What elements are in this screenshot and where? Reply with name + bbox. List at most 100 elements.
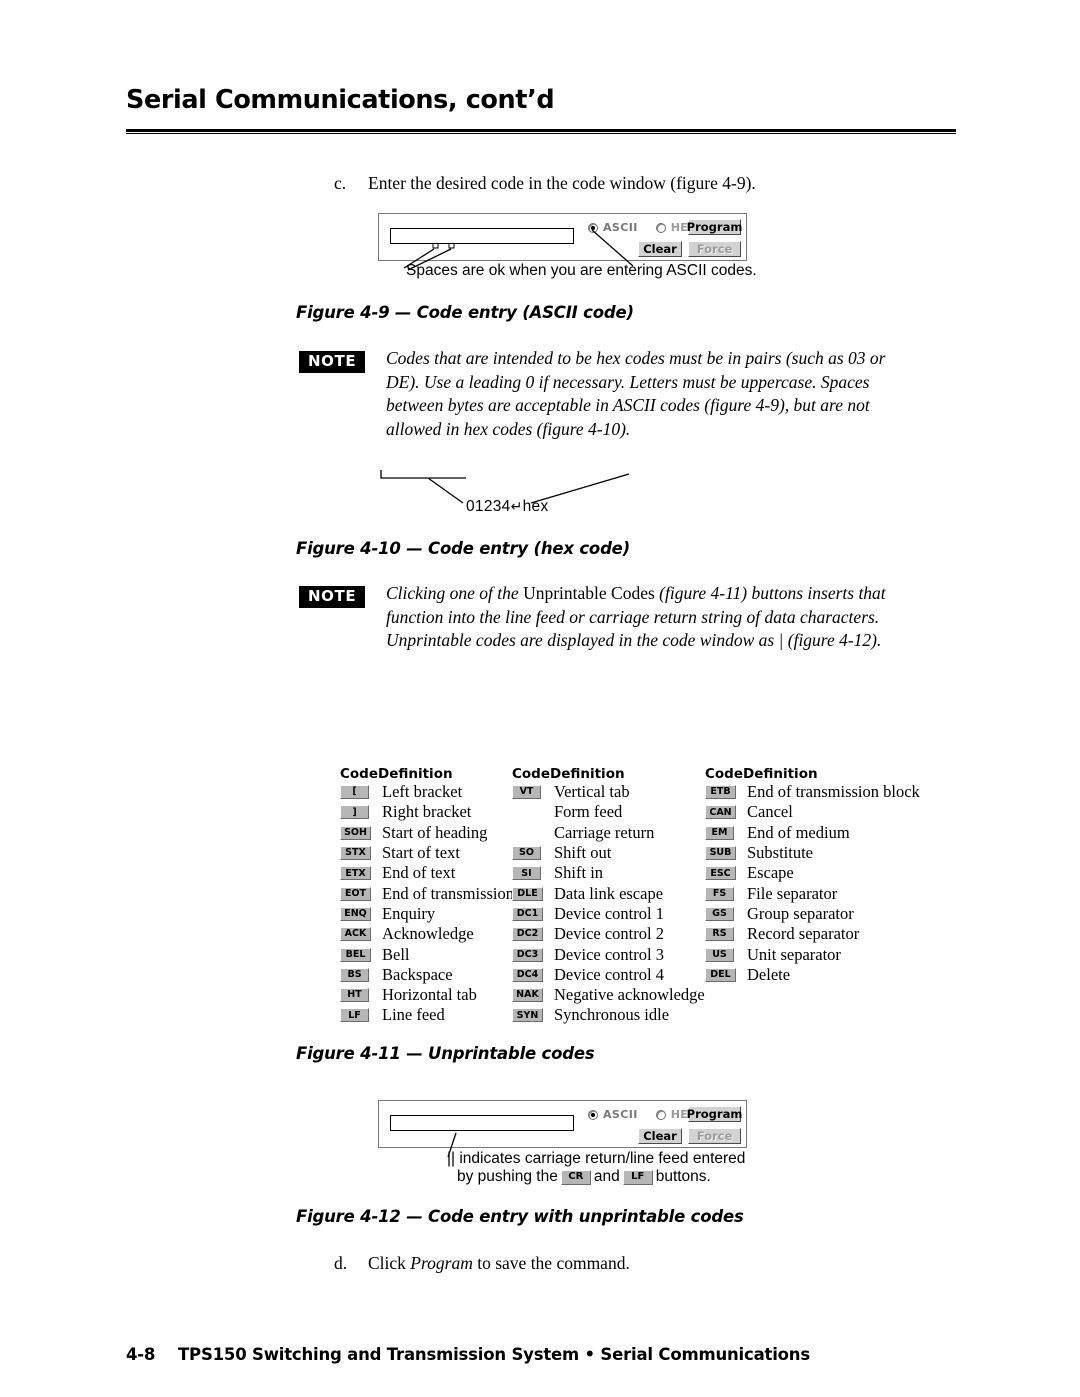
code-row: RS Record separator	[705, 924, 920, 944]
annotation-line2-mid: and	[593, 1168, 620, 1185]
code-chip[interactable]: EOT	[340, 886, 371, 901]
definition-cell: Delete	[747, 964, 791, 984]
code-chip[interactable]: US	[705, 947, 734, 962]
clear-button-unprintable[interactable]: Clear	[638, 1128, 682, 1144]
definition-cell: Shift out	[554, 843, 612, 863]
code-cell: VT	[512, 785, 550, 800]
hex-bracket-leader	[380, 470, 466, 479]
force-button-ascii[interactable]: Force	[688, 241, 741, 257]
code-row: Carriage return	[512, 823, 705, 843]
definition-cell: Vertical tab	[554, 782, 630, 802]
code-chip[interactable]: HT	[340, 988, 369, 1003]
code-chip[interactable]: ETX	[340, 866, 371, 881]
code-chip[interactable]: FS	[705, 886, 734, 901]
code-cell: DC4	[512, 967, 550, 982]
code-cell: DC2	[512, 927, 550, 942]
code-row: ENQ Enquiry	[340, 904, 514, 924]
code-cell: SO	[512, 846, 550, 861]
ascii-spaces-annotation: Spaces are ok when you are entering ASCI…	[406, 262, 757, 279]
header-definition: Definition	[550, 766, 625, 782]
code-chip[interactable]: ESC	[705, 866, 736, 881]
code-chip[interactable]: SI	[512, 866, 541, 881]
code-chip[interactable]: ]	[340, 805, 369, 820]
clear-button-ascii[interactable]: Clear	[638, 241, 682, 257]
code-chip[interactable]: LF	[340, 1008, 369, 1023]
definition-cell: Horizontal tab	[382, 985, 477, 1005]
code-cell: DC3	[512, 947, 550, 962]
unprintable-codes-table: Code Definition[Left bracket] Right bracke…	[340, 762, 950, 1027]
definition-cell: Bell	[382, 944, 410, 964]
header-code: Code	[340, 766, 379, 782]
code-chip[interactable]: SOH	[340, 825, 371, 840]
code-chip[interactable]: [	[340, 785, 369, 800]
cr-chip[interactable]: CR	[560, 1169, 591, 1185]
note-body-2: Clicking one of the Unprintable Codes (f…	[386, 582, 916, 653]
code-chip[interactable]: GS	[705, 906, 734, 921]
figure-caption-4-10: Figure 4-10 — Code entry (hex code)	[296, 539, 631, 558]
definition-cell: File separator	[747, 883, 838, 903]
code-row: SUB Substitute	[705, 843, 920, 863]
code-chip[interactable]: DLE	[512, 886, 543, 901]
radio-ascii-label-2: ASCII	[603, 1108, 638, 1121]
definition-cell: Substitute	[747, 843, 814, 863]
code-cell: ]	[340, 805, 378, 820]
radio-hex-2[interactable]	[655, 1109, 666, 1120]
definition-cell: Synchronous idle	[554, 1005, 670, 1025]
code-chip[interactable]: DC2	[512, 927, 543, 942]
code-chip[interactable]: SUB	[705, 846, 736, 861]
code-cell: ETB	[705, 785, 743, 800]
code-row: EM End of medium	[705, 823, 920, 843]
program-button-unprintable[interactable]: Program	[687, 1106, 742, 1122]
code-chip[interactable]: ENQ	[340, 906, 371, 921]
radio-ascii[interactable]	[588, 222, 598, 233]
force-button-unprintable[interactable]: Force	[688, 1128, 741, 1144]
radio-hex[interactable]	[655, 222, 666, 233]
code-chip[interactable]: SYN	[512, 1008, 543, 1023]
definition-cell: Form feed	[554, 802, 623, 822]
codes-column-header: Code Definition	[512, 762, 705, 782]
definition-cell: Left bracket	[382, 782, 463, 802]
code-window-input-unprintable[interactable]: Power off code||	[390, 1115, 574, 1131]
figure-caption-4-12: Figure 4-12 — Code entry with unprintabl…	[296, 1207, 744, 1226]
header-definition: Definition	[743, 766, 818, 782]
hex-suffix: hex	[522, 498, 549, 515]
code-chip[interactable]: DC4	[512, 967, 543, 982]
definition-cell: End of medium	[747, 822, 850, 842]
lf-chip[interactable]: LF	[622, 1169, 653, 1185]
code-chip[interactable]: DEL	[705, 967, 736, 982]
program-button-ascii[interactable]: Program	[687, 219, 742, 235]
code-chip[interactable]: STX	[340, 846, 371, 861]
page-title: Serial Communications, cont’d	[126, 85, 555, 115]
code-chip[interactable]: SO	[512, 846, 541, 861]
code-row: NAK Negative acknowledge	[512, 985, 705, 1005]
code-row: DC1 Device control 1	[512, 904, 705, 924]
header-code: Code	[512, 766, 551, 782]
code-row: ACK Acknowledge	[340, 924, 514, 944]
hex-left-leader-line	[427, 477, 464, 504]
codes-column-header: Code Definition	[705, 762, 920, 782]
code-chip[interactable]: ACK	[340, 927, 371, 942]
code-chip[interactable]: DC1	[512, 906, 543, 921]
code-chip[interactable]: RS	[705, 927, 734, 942]
code-chip[interactable]: VT	[512, 785, 541, 800]
header-code: Code	[705, 766, 744, 782]
step-d-text-before: Click	[368, 1253, 411, 1273]
header-definition: Definition	[378, 766, 453, 782]
code-chip[interactable]: ETB	[705, 785, 736, 800]
code-window-input-ascii[interactable]: Power off code	[390, 228, 574, 244]
code-chip[interactable]: DC3	[512, 947, 543, 962]
code-chip[interactable]: EM	[705, 825, 734, 840]
code-chip[interactable]: CAN	[705, 805, 736, 820]
code-row: EOT End of transmission	[340, 883, 514, 903]
code-cell: EM	[705, 825, 743, 840]
code-chip[interactable]: BS	[340, 967, 369, 982]
definition-cell: Device control 3	[554, 944, 664, 964]
code-row: BS Backspace	[340, 965, 514, 985]
definition-cell: Negative acknowledge	[554, 985, 705, 1005]
code-chip[interactable]: NAK	[512, 988, 543, 1003]
radio-ascii-2[interactable]	[588, 1109, 598, 1120]
code-chip[interactable]: BEL	[340, 947, 371, 962]
code-cell: HT	[340, 988, 378, 1003]
code-row: BEL Bell	[340, 944, 514, 964]
note-badge-1: NOTE	[299, 351, 366, 374]
